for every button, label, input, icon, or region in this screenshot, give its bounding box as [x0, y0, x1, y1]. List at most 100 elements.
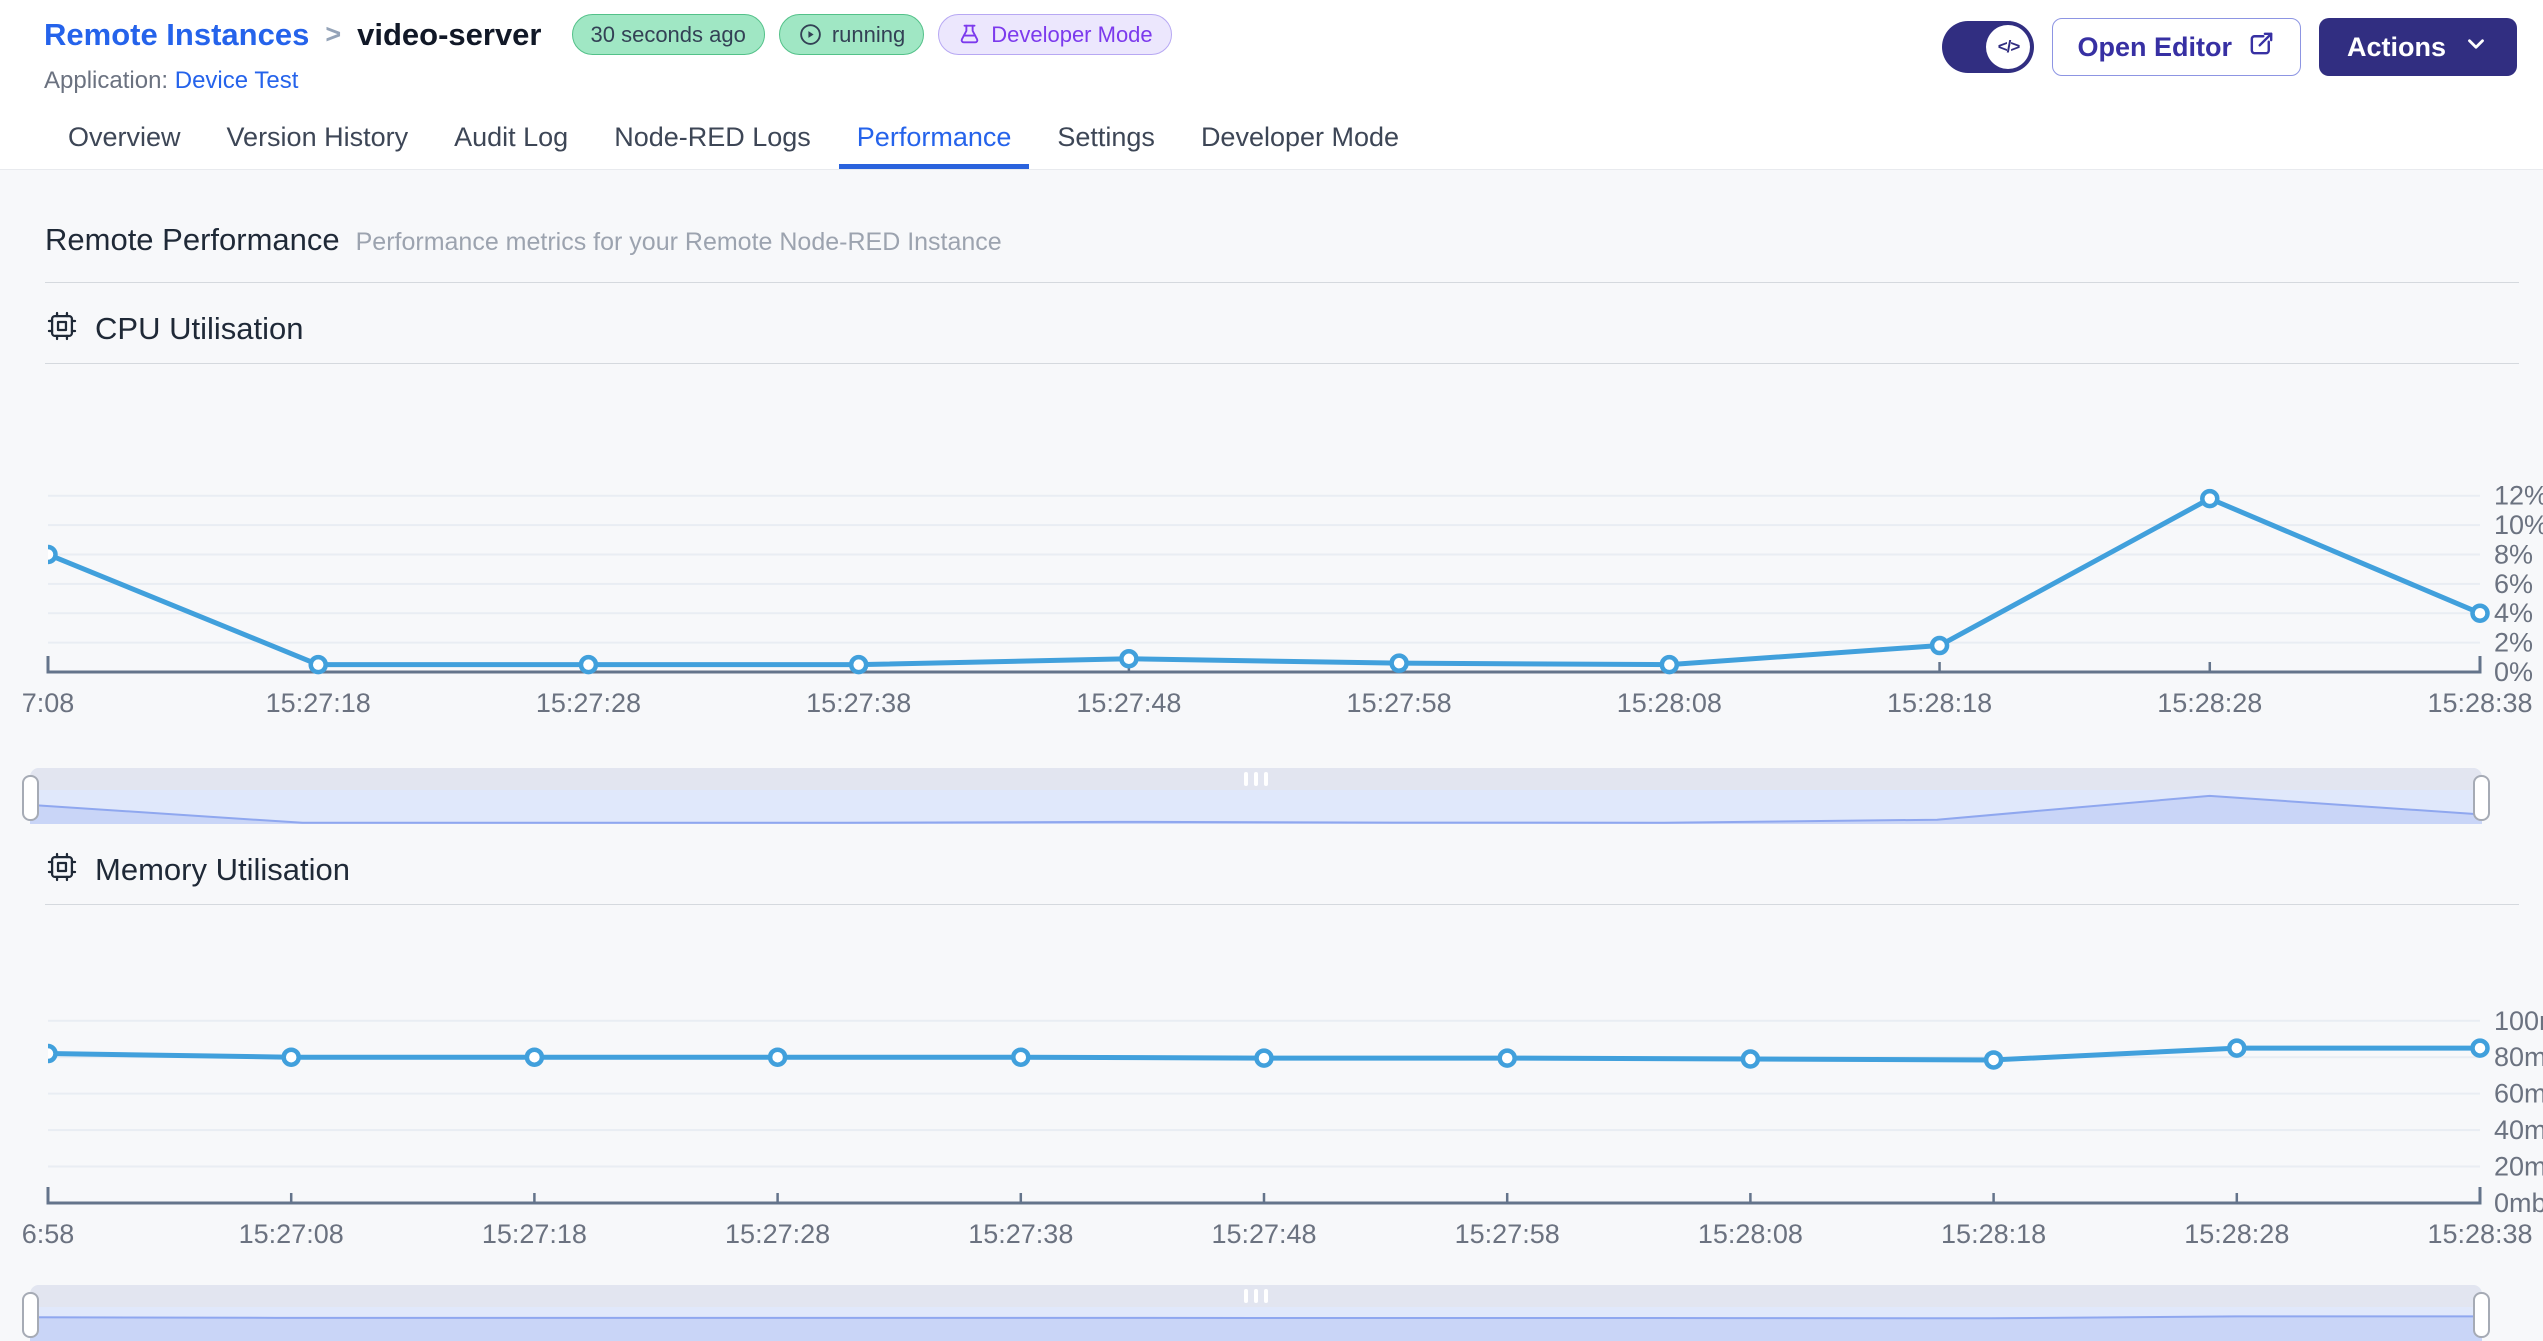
chevron-down-icon	[2463, 31, 2489, 64]
running-status-badge: running	[778, 14, 925, 55]
y-tick-label: 0mb	[2494, 1188, 2543, 1218]
code-icon: </>	[1986, 25, 2031, 69]
status-badges: 30 seconds ago running Developer Mode	[571, 14, 1172, 55]
data-point	[1119, 649, 1139, 669]
tab-developer-mode[interactable]: Developer Mode	[1183, 105, 1417, 169]
data-point	[1011, 1047, 1031, 1067]
grip-icon[interactable]	[1244, 1289, 1268, 1303]
y-tick-label: 60mb	[2494, 1079, 2543, 1109]
y-tick-label: 8%	[2494, 539, 2533, 569]
cpu-brush-left-handle[interactable]	[22, 775, 39, 821]
data-point	[1497, 1048, 1517, 1068]
x-tick-label: 15:27:28	[536, 688, 641, 716]
page-head: Remote Performance Performance metrics f…	[45, 222, 2519, 258]
series-line	[48, 496, 2483, 668]
cpu-chip-icon	[45, 309, 79, 348]
data-point	[2200, 488, 2220, 509]
memory-utilisation-chart: 0mb 20mb 40mb 60mb 80mb 100mb 6:58 15:27:08 15:2…	[22, 1006, 2543, 1249]
grip-icon[interactable]	[1244, 772, 1268, 786]
y-tick-label: 12%	[2494, 481, 2543, 511]
x-tick-label: 15:28:28	[2157, 688, 2262, 716]
data-point	[767, 1047, 788, 1067]
x-tick-label: 15:28:18	[1941, 1219, 2046, 1249]
cpu-chip-icon	[45, 850, 79, 889]
brush-area-line	[30, 1315, 2482, 1320]
data-point	[1929, 635, 1950, 656]
last-seen-label: 30 seconds ago	[590, 21, 746, 47]
data-point	[48, 1043, 58, 1064]
tab-version-history[interactable]: Version History	[209, 105, 427, 169]
open-editor-label: Open Editor	[2077, 31, 2232, 62]
memory-brush-right-handle[interactable]	[2473, 1292, 2490, 1338]
data-point	[2227, 1038, 2247, 1058]
x-tick-label: 15:27:48	[1076, 688, 1181, 716]
tab-settings[interactable]: Settings	[1039, 105, 1173, 169]
x-tick-label: 15:27:18	[266, 688, 371, 716]
x-tick-label: 15:27:28	[725, 1219, 830, 1249]
developer-mode-badge: Developer Mode	[938, 14, 1172, 55]
data-point	[848, 654, 869, 675]
actions-label: Actions	[2346, 31, 2446, 62]
y-tick-label: 20mb	[2494, 1152, 2543, 1182]
x-tick-label: 15:28:28	[2184, 1219, 2289, 1249]
open-editor-button[interactable]: Open Editor	[2052, 18, 2301, 76]
page-subtitle: Performance metrics for your Remote Node…	[355, 228, 1002, 256]
developer-mode-label: Developer Mode	[991, 21, 1153, 47]
y-tick-label: 0%	[2494, 657, 2533, 687]
beaker-icon	[957, 22, 982, 47]
external-link-icon	[2247, 29, 2276, 65]
cpu-section-head: CPU Utilisation	[45, 309, 2519, 348]
memory-section-title: Memory Utilisation	[95, 851, 350, 887]
y-tick-label: 40mb	[2494, 1115, 2543, 1145]
data-point	[1389, 653, 1409, 673]
data-point	[1740, 1049, 1761, 1069]
code-editor-toggle[interactable]: </>	[1942, 21, 2035, 73]
tab-audit-log[interactable]: Audit Log	[436, 105, 586, 169]
x-tick-label: 15:27:18	[482, 1219, 587, 1249]
x-tick-label: 15:27:38	[806, 688, 911, 716]
data-point	[1254, 1048, 1274, 1068]
cpu-utilisation-chart: 0%2%4%6%8%10%12% 7:08 15:27:18 15:27:28 15:2…	[22, 481, 2543, 716]
data-point	[578, 654, 599, 675]
actions-button[interactable]: Actions	[2318, 18, 2517, 76]
memory-brush-minichart	[30, 1315, 2482, 1341]
cpu-brush-minichart	[30, 794, 2482, 824]
play-circle-icon	[798, 22, 823, 47]
tab-performance[interactable]: Performance	[838, 105, 1030, 169]
title-row: Remote Instances > video-server 30 secon…	[44, 14, 1172, 55]
page-title: Remote Performance	[45, 222, 340, 257]
data-point	[2470, 603, 2490, 623]
header-left: Remote Instances > video-server 30 secon…	[44, 14, 1172, 95]
data-point	[524, 1047, 545, 1067]
application-link[interactable]: Device Test	[175, 67, 299, 94]
brush-area	[30, 1316, 2482, 1341]
divider	[45, 282, 2519, 283]
last-seen-badge: 30 seconds ago	[571, 14, 765, 55]
cpu-range-brush[interactable]	[22, 768, 2490, 824]
tab-overview[interactable]: Overview	[50, 105, 199, 169]
x-tick-label: 15:28:08	[1617, 688, 1722, 716]
x-tick-label: 15:27:08	[239, 1219, 344, 1249]
data-point	[1659, 654, 1680, 675]
data-point	[48, 544, 58, 565]
main-content: Remote Performance Performance metrics f…	[0, 222, 2543, 1341]
cpu-brush-right-handle[interactable]	[2473, 775, 2490, 821]
memory-range-brush[interactable]	[22, 1285, 2490, 1341]
x-tick-label: 15:28:18	[1887, 688, 1992, 716]
breadcrumb-remote-instances[interactable]: Remote Instances	[44, 17, 309, 53]
data-point	[281, 1047, 301, 1067]
application-label: Application:	[44, 67, 169, 94]
data-point	[2470, 1038, 2490, 1058]
brush-area	[30, 795, 2482, 824]
y-tick-label: 80mb	[2494, 1042, 2543, 1072]
y-tick-label: 4%	[2494, 598, 2533, 628]
x-tick-label: 15:27:58	[1455, 1219, 1560, 1249]
y-tick-label: 10%	[2494, 510, 2543, 540]
instance-tabs: Overview Version History Audit Log Node-RED…	[0, 105, 2543, 170]
tab-node-red-logs[interactable]: Node-RED Logs	[596, 105, 829, 169]
memory-brush-left-handle[interactable]	[22, 1292, 39, 1338]
application-row: Application: Device Test	[44, 67, 1172, 95]
x-tick-label: 15:28:08	[1698, 1219, 1803, 1249]
memory-section-head: Memory Utilisation	[45, 850, 2519, 889]
y-tick-label: 6%	[2494, 569, 2533, 599]
